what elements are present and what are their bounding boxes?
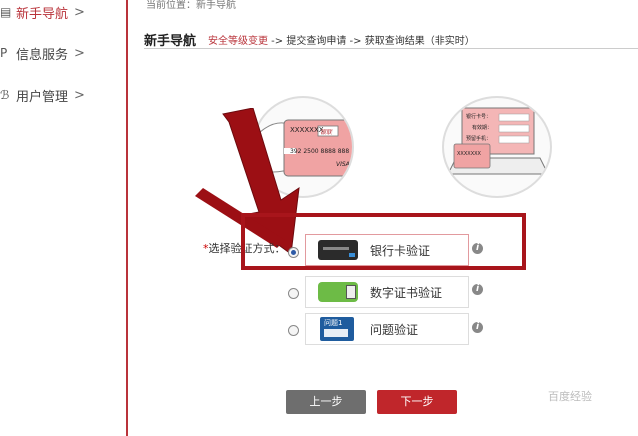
online-form-illustration: 银行卡号： 有效期： 预留手机： XXXXXXX [442, 96, 552, 198]
chevron-right-icon: > [74, 87, 85, 103]
step-separator: -> [268, 36, 287, 47]
option-label: 问题验证 [370, 323, 419, 337]
title-divider [144, 48, 638, 49]
question-card-icon: 问题1 [320, 317, 354, 341]
radio-question[interactable] [288, 325, 299, 336]
form-label-expiry: 有效期： [472, 125, 493, 131]
sidebar: ▤ 新手导航 > P 信息服务 > ℬ 用户管理 > [0, 0, 128, 436]
form-label-phone: 预留手机： [466, 136, 492, 142]
chevron-right-icon: > [74, 4, 85, 20]
visa-logo: VISA [336, 161, 350, 168]
step-next: 提交查询申请 [286, 36, 347, 47]
info-icon[interactable]: i [472, 284, 483, 295]
sidebar-item-label: 用户管理 [16, 89, 69, 105]
laptop-icon [447, 107, 549, 175]
guide-icon: ▤ [0, 5, 12, 19]
highlight-frame-annotation [241, 213, 526, 270]
info-icon[interactable]: i [472, 322, 483, 333]
sidebar-item-info-service[interactable]: P 信息服务 > [0, 42, 85, 64]
mini-card-number: XXXXXXX [457, 151, 481, 157]
info-service-icon: P [0, 46, 8, 60]
step-separator: -> [346, 36, 365, 47]
usb-key-icon [318, 282, 358, 302]
option-label: 数字证书验证 [370, 286, 443, 300]
sidebar-item-label: 信息服务 [16, 47, 69, 63]
question-thumb-text: 问题1 [324, 319, 343, 327]
step-current: 安全等级变更 [208, 36, 268, 47]
breadcrumb: 当前位置：新手导航 [146, 0, 236, 11]
unionpay-badge: 银联 [320, 129, 333, 136]
prev-button[interactable]: 上一步 [286, 390, 366, 414]
option-question[interactable]: 问题1 问题验证 [305, 313, 469, 345]
chevron-right-icon: > [74, 45, 85, 61]
radio-digital-cert[interactable] [288, 288, 299, 299]
sidebar-item-label: 新手导航 [16, 6, 69, 22]
form-label-card: 银行卡号： [466, 114, 492, 120]
sidebar-item-user-management[interactable]: ℬ 用户管理 > [0, 84, 85, 106]
next-button[interactable]: 下一步 [377, 390, 457, 414]
sidebar-item-novice-guide[interactable]: ▤ 新手导航 > [0, 1, 85, 23]
user-icon: ℬ [0, 88, 10, 102]
page-title: 新手导航 [144, 34, 197, 49]
watermark: 百度经验 [548, 390, 592, 403]
step-final: 获取查询结果（非实时） [364, 36, 475, 47]
sidebar-divider [126, 0, 128, 436]
step-indicator: 安全等级变更 -> 提交查询申请 -> 获取查询结果（非实时） [208, 32, 475, 47]
option-digital-cert[interactable]: 数字证书验证 [305, 276, 469, 308]
